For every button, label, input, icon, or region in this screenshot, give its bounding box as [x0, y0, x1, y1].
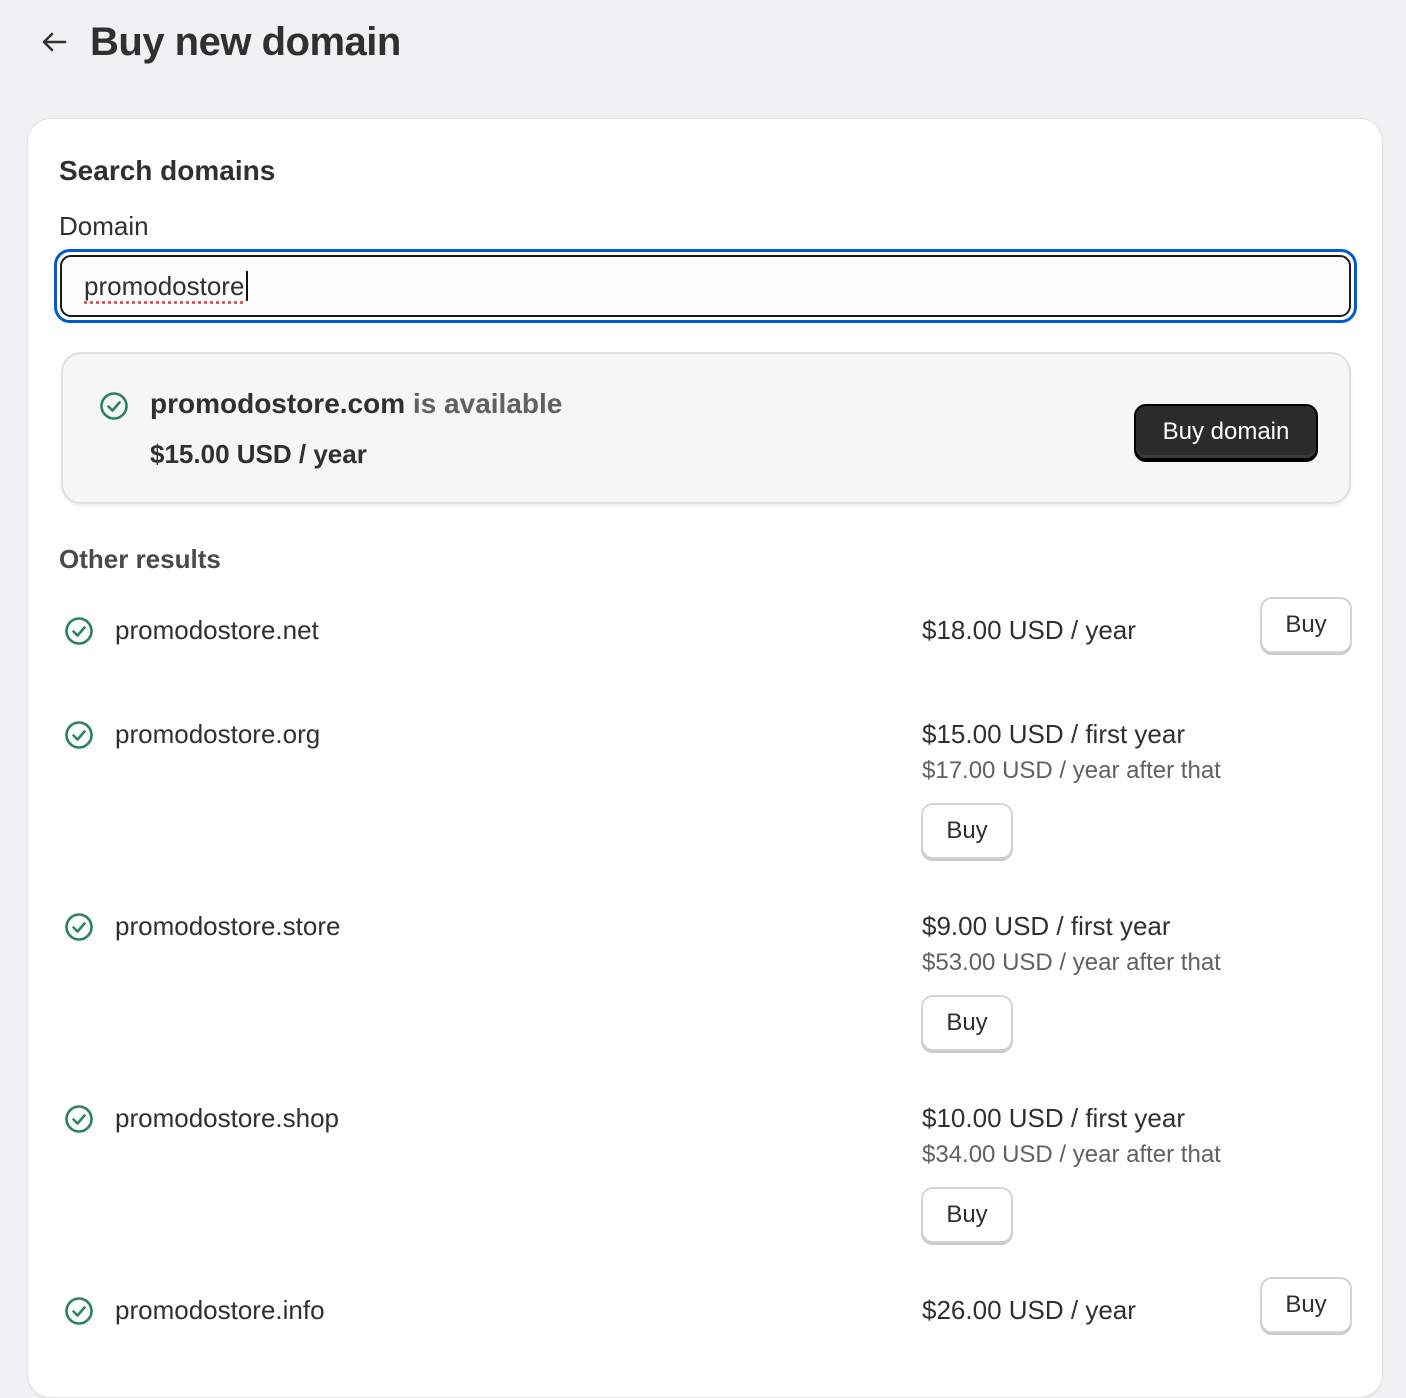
- featured-price: $15.00 USD / year: [150, 439, 367, 469]
- result-renewal-price: $34.00 USD / year after that: [922, 1141, 1221, 1168]
- result-price: $10.00 USD / first year: [922, 1103, 1185, 1133]
- page-title: Buy new domain: [90, 19, 401, 64]
- result-price: $26.00 USD / year: [922, 1295, 1136, 1325]
- arrow-left-icon: [42, 32, 67, 52]
- result-domain-name: promodostore.store: [115, 911, 341, 941]
- buy-button-net[interactable]: Buy: [1260, 597, 1352, 653]
- buy-button-info[interactable]: Buy: [1260, 1277, 1352, 1333]
- featured-status-text: is available: [405, 388, 563, 419]
- buy-button-store[interactable]: Buy: [921, 995, 1013, 1051]
- result-domain-name: promodostore.info: [115, 1295, 325, 1325]
- check-circle-icon: [100, 392, 128, 420]
- result-price: $15.00 USD / first year: [922, 719, 1185, 749]
- check-circle-icon: [65, 1297, 93, 1325]
- search-domains-card: Search domains Domain promodostore promo…: [27, 118, 1383, 1398]
- buy-button-org[interactable]: Buy: [921, 803, 1013, 859]
- domain-input-focus-ring: promodostore: [54, 249, 1357, 323]
- featured-result: promodostore.com is available $15.00 USD…: [61, 352, 1351, 504]
- result-renewal-price: $53.00 USD / year after that: [922, 949, 1221, 976]
- featured-domain-name: promodostore.com: [150, 388, 406, 419]
- check-circle-icon: [65, 617, 93, 645]
- section-title: Search domains: [59, 155, 276, 186]
- result-domain-name: promodostore.org: [115, 719, 321, 749]
- page-header: Buy new domain: [36, 14, 401, 70]
- domain-field-label: Domain: [59, 211, 149, 241]
- buy-button-shop[interactable]: Buy: [921, 1187, 1013, 1243]
- result-renewal-price: $17.00 USD / year after that: [922, 757, 1221, 784]
- result-domain-name: promodostore.shop: [115, 1103, 340, 1133]
- check-circle-icon: [65, 913, 93, 941]
- result-price: $9.00 USD / first year: [922, 911, 1171, 941]
- domain-search-input[interactable]: promodostore: [84, 271, 249, 301]
- result-price: $18.00 USD / year: [922, 615, 1136, 645]
- other-results-title: Other results: [59, 544, 221, 574]
- check-circle-icon: [65, 1105, 93, 1133]
- buy-domain-button[interactable]: Buy domain: [1134, 404, 1318, 460]
- featured-availability: promodostore.com is available: [150, 388, 562, 420]
- check-circle-icon: [65, 721, 93, 749]
- back-button[interactable]: [36, 24, 72, 60]
- domain-input-box[interactable]: promodostore: [60, 255, 1351, 317]
- result-domain-name: promodostore.net: [115, 615, 319, 645]
